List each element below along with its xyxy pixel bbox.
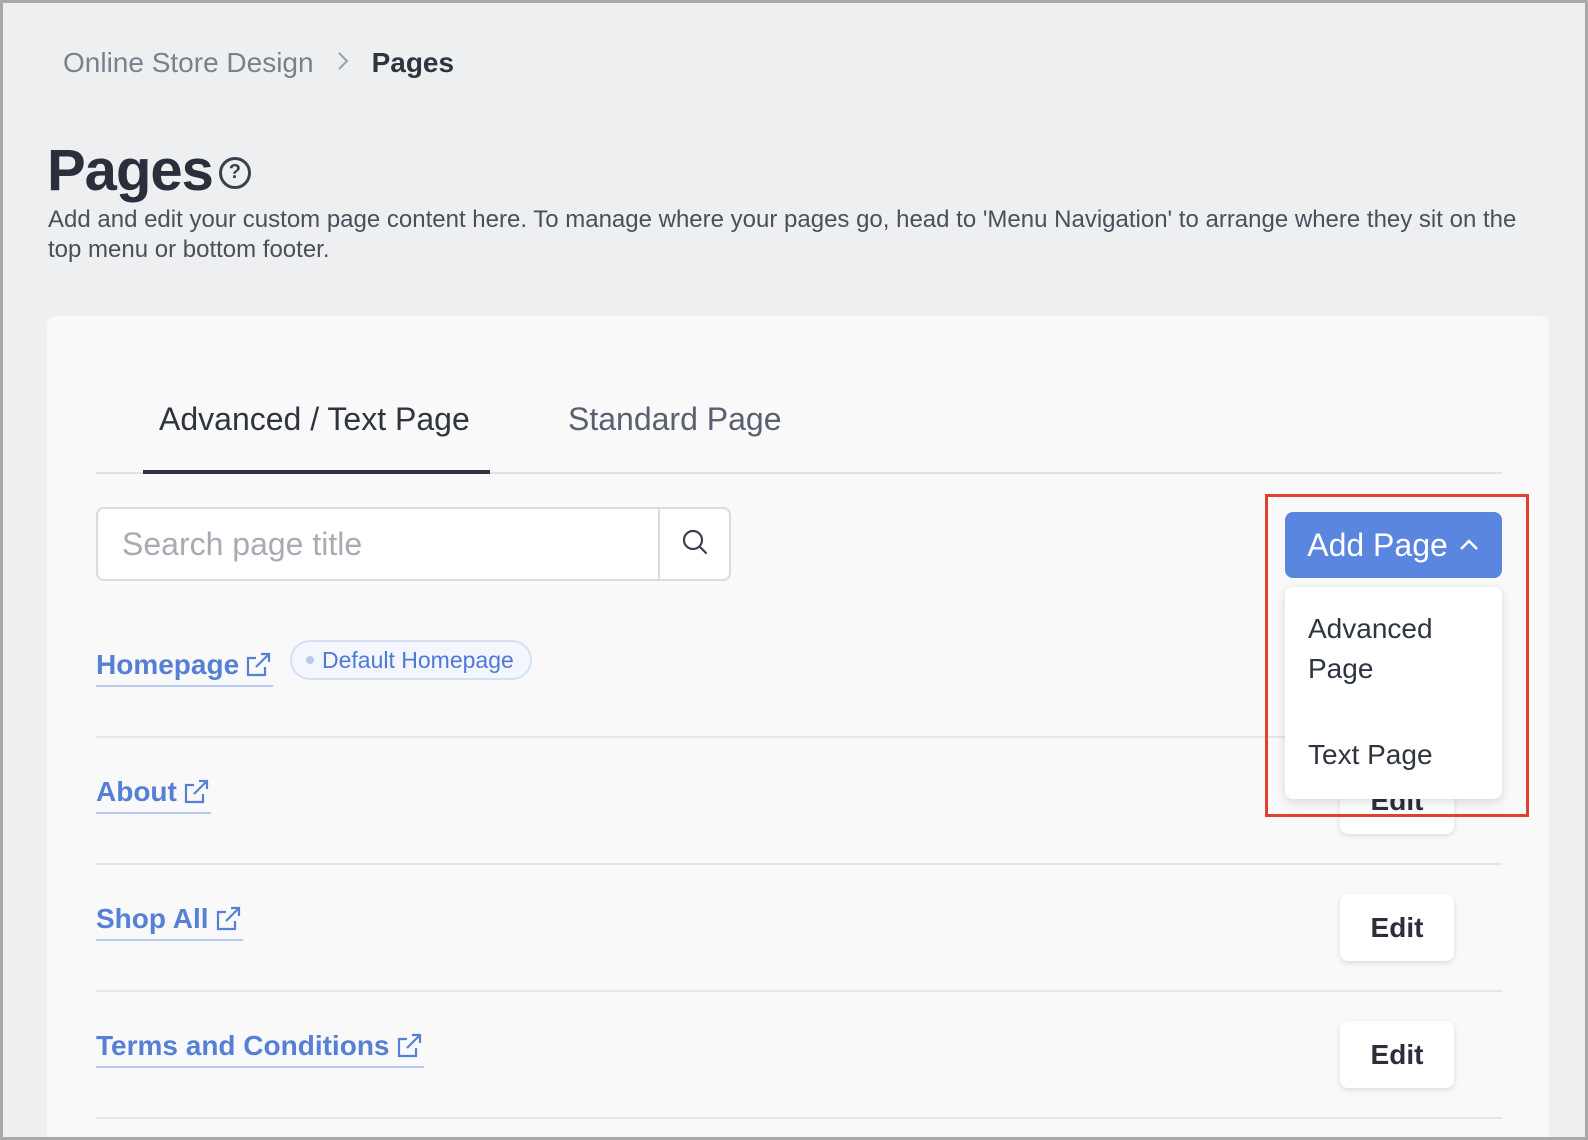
status-badge: Default Homepage — [290, 640, 532, 680]
add-page-menu: Advanced Page Text Page — [1285, 587, 1502, 799]
app-window: Online Store Design Pages Pages ? Add an… — [0, 0, 1588, 1140]
edit-button[interactable]: Edit — [1340, 1021, 1454, 1088]
external-link-icon — [243, 650, 273, 680]
tab-standard-page[interactable]: Standard Page — [568, 401, 782, 468]
page-title: Pages ? — [47, 137, 251, 204]
external-link-icon — [213, 904, 243, 934]
search-icon — [680, 527, 710, 562]
page-link-shop-all[interactable]: Shop All — [96, 903, 243, 941]
page-link-label: Terms and Conditions — [96, 1030, 390, 1061]
help-icon[interactable]: ? — [218, 156, 251, 189]
breadcrumb-current: Pages — [371, 47, 455, 78]
page-link-label: About — [96, 776, 177, 807]
edit-button[interactable]: Edit — [1340, 894, 1454, 961]
page-link-label: Shop All — [96, 903, 209, 934]
menu-item-text-page[interactable]: Text Page — [1308, 735, 1488, 775]
badge-label: Default Homepage — [322, 646, 514, 673]
list-item: Terms and Conditions Edit — [96, 992, 1502, 1119]
list-item: Shop All Edit — [96, 865, 1502, 992]
page-description: Add and edit your custom page content he… — [48, 206, 1517, 263]
add-page-label: Add Page — [1307, 526, 1448, 563]
menu-item-advanced-page[interactable]: Advanced Page — [1308, 609, 1488, 689]
page-link-about[interactable]: About — [96, 776, 211, 814]
page-title-text: Pages — [47, 138, 214, 203]
external-link-icon — [394, 1031, 424, 1061]
tab-bar: Advanced / Text Page Standard Page — [96, 371, 1502, 474]
badge-dot-icon — [306, 656, 314, 664]
search-button[interactable] — [658, 509, 729, 579]
chevron-up-icon — [1458, 538, 1480, 552]
external-link-icon — [181, 777, 211, 807]
search-box — [96, 507, 731, 581]
page-link-homepage[interactable]: Homepage — [96, 649, 274, 687]
page-link-label: Homepage — [96, 649, 240, 680]
search-input[interactable] — [98, 509, 658, 579]
breadcrumb-parent-link[interactable]: Online Store Design — [63, 47, 314, 79]
breadcrumb: Online Store Design Pages — [63, 47, 454, 79]
page-link-terms-and-conditions[interactable]: Terms and Conditions — [96, 1030, 424, 1068]
add-page-button[interactable]: Add Page — [1285, 512, 1502, 578]
chevron-right-icon — [336, 48, 350, 79]
tab-advanced-text-page[interactable]: Advanced / Text Page — [143, 371, 490, 474]
